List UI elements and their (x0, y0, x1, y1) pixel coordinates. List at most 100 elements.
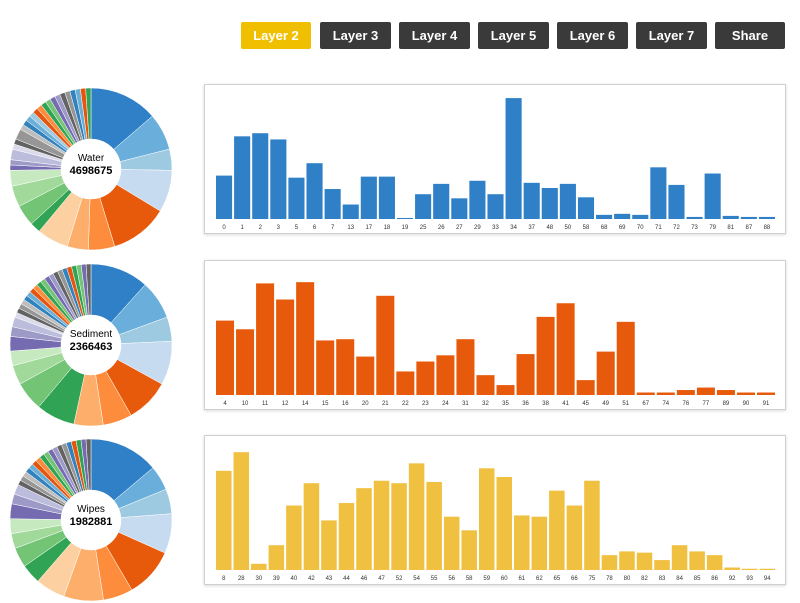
bar[interactable] (584, 480, 600, 570)
bar[interactable] (233, 452, 250, 570)
bar[interactable] (636, 392, 655, 395)
bar[interactable] (505, 98, 522, 219)
bar[interactable] (616, 321, 635, 395)
bar[interactable] (549, 490, 565, 570)
bar[interactable] (252, 133, 269, 219)
bar[interactable] (216, 175, 233, 219)
bar[interactable] (596, 351, 615, 395)
bar[interactable] (668, 184, 685, 219)
bar[interactable] (356, 356, 375, 395)
bar[interactable] (706, 555, 723, 570)
bar[interactable] (342, 204, 359, 219)
bar[interactable] (451, 198, 468, 219)
bar[interactable] (443, 516, 460, 570)
bar[interactable] (251, 563, 267, 570)
bar[interactable] (736, 392, 755, 395)
bar[interactable] (689, 551, 705, 570)
bar[interactable] (756, 392, 775, 395)
bar[interactable] (416, 361, 435, 395)
bar[interactable] (758, 216, 775, 219)
bar[interactable] (234, 136, 251, 219)
bar[interactable] (456, 339, 475, 395)
bar[interactable] (338, 503, 355, 570)
layer-7-button[interactable]: Layer 7 (636, 22, 707, 49)
bar[interactable] (523, 182, 540, 219)
bar[interactable] (478, 468, 495, 570)
bar[interactable] (676, 390, 695, 395)
bar[interactable] (686, 216, 703, 219)
bar[interactable] (722, 215, 739, 219)
bar[interactable] (636, 552, 653, 570)
bar[interactable] (576, 380, 595, 395)
bar[interactable] (696, 387, 715, 395)
bar[interactable] (376, 295, 395, 395)
layer-3-button[interactable]: Layer 3 (320, 22, 391, 49)
bar[interactable] (759, 568, 775, 570)
bar[interactable] (396, 217, 414, 219)
bar[interactable] (321, 520, 337, 570)
bar[interactable] (541, 188, 558, 219)
bar[interactable] (476, 375, 495, 395)
bar[interactable] (288, 177, 305, 219)
bar[interactable] (654, 560, 670, 570)
bar[interactable] (619, 551, 635, 570)
bar[interactable] (656, 392, 675, 395)
bar[interactable] (650, 167, 667, 219)
bar[interactable] (360, 176, 377, 219)
bar[interactable] (303, 483, 320, 570)
bar[interactable] (601, 555, 618, 570)
bar[interactable] (671, 545, 688, 570)
layer-4-button[interactable]: Layer 4 (399, 22, 470, 49)
layer-5-button[interactable]: Layer 5 (478, 22, 549, 49)
bar[interactable] (496, 477, 513, 570)
wipes-donut-chart[interactable]: Wipes 1982881 (8, 437, 174, 603)
bar[interactable] (741, 568, 758, 570)
bar[interactable] (596, 214, 613, 219)
bar[interactable] (316, 340, 335, 395)
bar[interactable] (556, 303, 575, 395)
bar[interactable] (268, 545, 285, 570)
bar[interactable] (378, 176, 395, 219)
bar[interactable] (433, 183, 450, 219)
bar[interactable] (324, 189, 341, 219)
bar[interactable] (276, 299, 295, 395)
bar[interactable] (306, 163, 323, 219)
layer-6-button[interactable]: Layer 6 (557, 22, 628, 49)
bar[interactable] (514, 515, 530, 570)
bar[interactable] (577, 197, 595, 219)
bar[interactable] (426, 481, 442, 570)
bar[interactable] (256, 283, 275, 395)
bar[interactable] (270, 139, 287, 219)
bar[interactable] (487, 194, 504, 219)
bar[interactable] (336, 339, 355, 395)
bar[interactable] (286, 505, 302, 570)
bar[interactable] (536, 316, 555, 395)
bar[interactable] (559, 183, 576, 219)
bar[interactable] (415, 194, 432, 219)
bar[interactable] (236, 329, 255, 395)
bar[interactable] (566, 505, 583, 570)
bar[interactable] (296, 282, 315, 395)
bar[interactable] (704, 173, 721, 219)
bar[interactable] (469, 180, 486, 219)
bar[interactable] (716, 390, 735, 395)
layer-2-button[interactable]: Layer 2 (241, 22, 311, 49)
bar[interactable] (391, 483, 407, 570)
bar[interactable] (216, 320, 235, 395)
bar[interactable] (531, 516, 548, 570)
bar[interactable] (356, 488, 372, 570)
bar[interactable] (396, 371, 415, 395)
bar[interactable] (373, 480, 390, 570)
bar[interactable] (724, 567, 740, 570)
bar[interactable] (216, 470, 232, 570)
bar[interactable] (436, 355, 455, 395)
share-button[interactable]: Share (715, 22, 785, 49)
bar[interactable] (516, 354, 535, 395)
bar[interactable] (614, 213, 631, 219)
bar[interactable] (496, 385, 515, 395)
bar[interactable] (408, 463, 425, 570)
sediment-donut-chart[interactable]: Sediment 2366463 (8, 262, 174, 428)
water-donut-chart[interactable]: Water 4698675 (8, 86, 174, 252)
bar[interactable] (740, 216, 757, 219)
bar[interactable] (461, 530, 477, 570)
